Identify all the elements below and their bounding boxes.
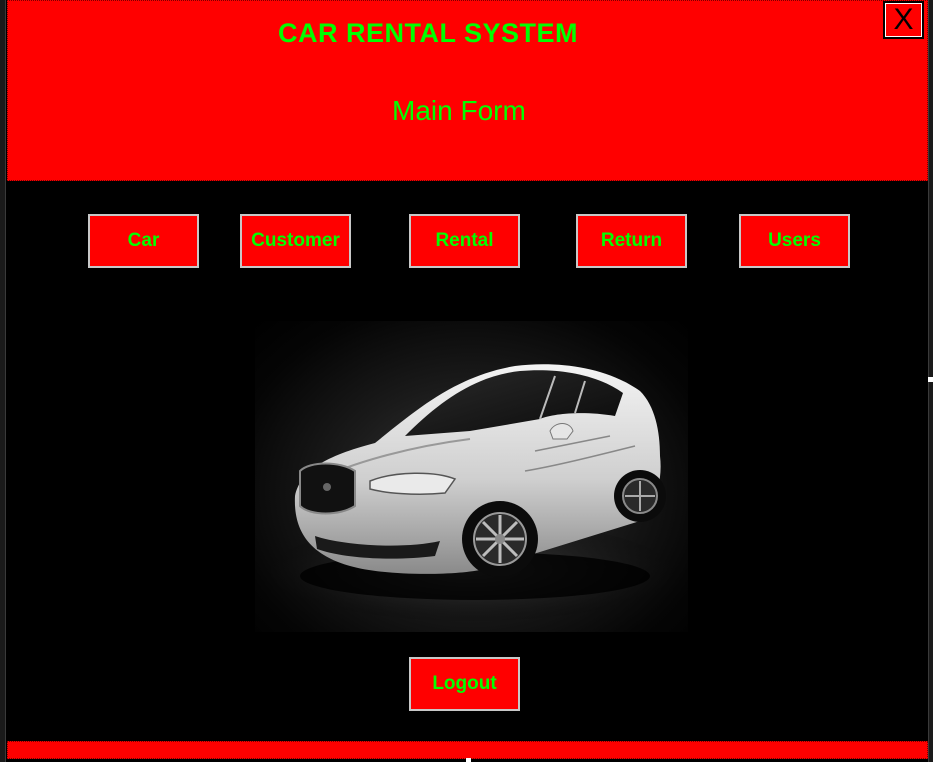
- car-button[interactable]: Car: [88, 214, 199, 268]
- form-title: Main Form: [392, 95, 526, 126]
- customer-button[interactable]: Customer: [240, 214, 351, 268]
- users-button[interactable]: Users: [739, 214, 850, 268]
- resize-handle-bottom[interactable]: [466, 758, 471, 762]
- window-frame-left: [0, 0, 6, 762]
- rental-button[interactable]: Rental: [409, 214, 520, 268]
- close-icon: X: [893, 3, 914, 36]
- footer-bar: [7, 741, 928, 759]
- app-title: CAR RENTAL SYSTEM: [278, 18, 579, 48]
- resize-handle-right[interactable]: [928, 377, 933, 382]
- main-form-window: CAR RENTAL SYSTEM Main Form X Car Custom…: [0, 0, 933, 762]
- close-button[interactable]: X: [883, 1, 924, 39]
- car-image: [255, 321, 688, 632]
- logout-button[interactable]: Logout: [409, 657, 520, 711]
- header-panel: CAR RENTAL SYSTEM Main Form: [7, 0, 928, 181]
- return-button[interactable]: Return: [576, 214, 687, 268]
